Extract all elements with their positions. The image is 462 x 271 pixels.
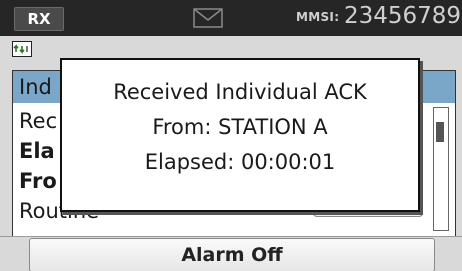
menu-line: Ela — [19, 139, 55, 163]
alarm-off-button[interactable]: Alarm Off — [29, 238, 435, 271]
channel-swap-icon — [12, 41, 32, 57]
menu-line: Fro — [19, 169, 57, 193]
envelope-icon — [193, 8, 223, 28]
scrollbar[interactable] — [433, 107, 449, 231]
dialog-elapsed: Elapsed: 00:00:01 — [144, 150, 336, 174]
radio-screen: RX MMSI: 234567890 Ind Rec Ela Fro Routi… — [0, 0, 462, 271]
ack-dialog: Received Individual ACK From: STATION A … — [60, 58, 420, 212]
mmsi-value: 234567890 — [344, 3, 462, 29]
window-title: Ind — [19, 75, 52, 99]
rx-badge: RX — [14, 7, 64, 31]
mmsi-label: MMSI: — [296, 10, 340, 24]
dialog-message: Received Individual ACK — [113, 80, 367, 104]
menu-line: Rec — [19, 109, 58, 133]
dialog-from: From: STATION A — [152, 115, 328, 139]
status-bar: RX MMSI: 234567890 — [0, 0, 462, 36]
